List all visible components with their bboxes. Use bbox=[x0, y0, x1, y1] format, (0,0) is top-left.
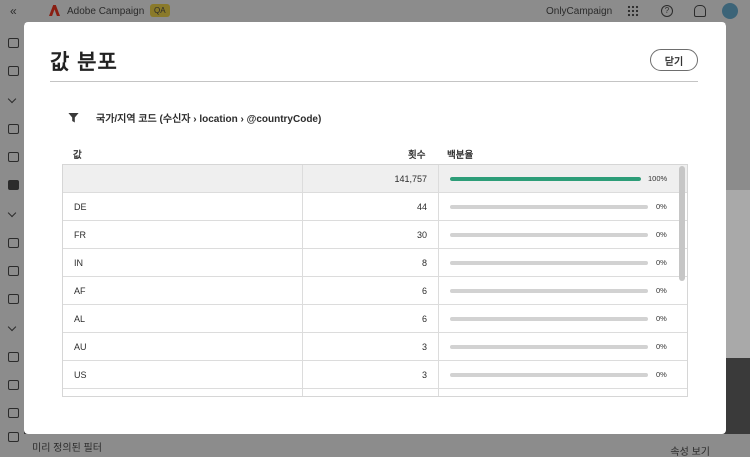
workflows-icon[interactable] bbox=[8, 180, 19, 190]
percent-bar-track bbox=[450, 204, 648, 209]
count-cell: 3 bbox=[303, 361, 439, 388]
percent-text: 0% bbox=[656, 342, 667, 351]
percent-bar-track bbox=[450, 344, 648, 349]
notifications-icon[interactable] bbox=[694, 5, 706, 17]
count-cell: 3 bbox=[303, 333, 439, 360]
right-panel bbox=[726, 190, 750, 358]
total-value-cell bbox=[63, 165, 303, 192]
count-cell: 6 bbox=[303, 277, 439, 304]
filter-field-label: 국가/지역 코드 (수신자 › location › @countryCode) bbox=[96, 114, 322, 125]
percent-text: 100% bbox=[648, 174, 668, 183]
content-icon[interactable] bbox=[8, 238, 19, 248]
value-distribution-dialog: 값 분포 닫기 국가/지역 코드 (수신자 › location › @coun… bbox=[24, 22, 726, 434]
percent-cell: 0% bbox=[439, 361, 687, 388]
percent-bar-track bbox=[450, 316, 648, 321]
value-cell: AU bbox=[63, 333, 303, 360]
tests-icon[interactable] bbox=[8, 408, 19, 418]
percent-text: 0% bbox=[656, 258, 667, 267]
reports-icon[interactable] bbox=[8, 294, 19, 304]
chevron-down-icon[interactable] bbox=[7, 322, 17, 332]
right-strip bbox=[726, 24, 750, 190]
percent-cell: 0% bbox=[439, 333, 687, 360]
count-cell: 44 bbox=[303, 193, 439, 220]
value-cell: IN bbox=[63, 249, 303, 276]
column-header-count: 횟수 bbox=[408, 150, 426, 161]
collapse-menu-icon[interactable]: « bbox=[10, 4, 17, 18]
count-cell: 30 bbox=[303, 221, 439, 248]
count-cell: 8 bbox=[303, 249, 439, 276]
filters-icon[interactable] bbox=[8, 432, 19, 442]
table-row: AF 6 0% bbox=[63, 277, 687, 305]
table-row bbox=[63, 389, 687, 396]
chevron-down-icon[interactable] bbox=[7, 94, 17, 104]
campaigns-icon[interactable] bbox=[8, 124, 19, 134]
percent-bar-track bbox=[450, 232, 648, 237]
percent-text: 0% bbox=[656, 370, 667, 379]
percent-cell bbox=[439, 389, 687, 396]
table-scrollbar[interactable] bbox=[679, 166, 685, 281]
percent-cell: 0% bbox=[439, 221, 687, 248]
percent-cell: 0% bbox=[439, 277, 687, 304]
count-cell bbox=[303, 389, 439, 396]
value-cell: US bbox=[63, 361, 303, 388]
deliveries-icon[interactable] bbox=[8, 152, 19, 162]
column-header-percent: 백분율 bbox=[447, 150, 474, 161]
apps-grid-icon[interactable] bbox=[627, 5, 639, 17]
table-row: IN 8 0% bbox=[63, 249, 687, 277]
total-count-cell: 141,757 bbox=[303, 165, 439, 192]
table-row: AU 3 0% bbox=[63, 333, 687, 361]
adobe-logo-icon bbox=[49, 5, 60, 16]
view-attributes-link[interactable]: 속성 보기 bbox=[670, 443, 710, 457]
percent-bar-track bbox=[450, 372, 648, 377]
templates-icon[interactable] bbox=[8, 266, 19, 276]
percent-cell: 0% bbox=[439, 193, 687, 220]
percent-bar-track bbox=[450, 176, 641, 181]
count-cell: 6 bbox=[303, 305, 439, 332]
table-body: DE 44 0% FR 30 0% IN 8 0% AF 6 0% AL 6 0% AU 3 0% US 3 0% bbox=[63, 193, 687, 396]
distribution-table: 141,757 100% DE 44 0% FR 30 0% IN 8 0% AF 6 0% AL 6 0%… bbox=[62, 164, 688, 397]
table-row: US 3 0% bbox=[63, 361, 687, 389]
percent-cell: 0% bbox=[439, 249, 687, 276]
percent-cell: 0% bbox=[439, 305, 687, 332]
value-cell bbox=[63, 389, 303, 396]
org-switcher[interactable]: OnlyCampaign bbox=[546, 6, 612, 17]
left-navigation bbox=[0, 24, 24, 457]
home-icon[interactable] bbox=[8, 38, 19, 48]
percent-bar-fill bbox=[450, 176, 641, 181]
percent-bar-track bbox=[450, 260, 648, 265]
app-header: « Adobe Campaign QA OnlyCampaign ? bbox=[0, 0, 750, 24]
table-row: AL 6 0% bbox=[63, 305, 687, 333]
value-cell: AF bbox=[63, 277, 303, 304]
title-divider bbox=[50, 81, 698, 82]
audiences-icon[interactable] bbox=[8, 380, 19, 390]
percent-text: 0% bbox=[656, 286, 667, 295]
value-cell: FR bbox=[63, 221, 303, 248]
percent-text: 0% bbox=[656, 230, 667, 239]
value-cell: AL bbox=[63, 305, 303, 332]
bottom-bar: 미리 정의된 필터 속성 보기 bbox=[24, 434, 750, 457]
percent-text: 0% bbox=[656, 202, 667, 211]
percent-bar-track bbox=[450, 288, 648, 293]
close-button[interactable]: 닫기 bbox=[650, 49, 698, 71]
table-row: DE 44 0% bbox=[63, 193, 687, 221]
table-row: FR 30 0% bbox=[63, 221, 687, 249]
avatar[interactable] bbox=[722, 3, 738, 19]
value-cell: DE bbox=[63, 193, 303, 220]
chevron-down-icon[interactable] bbox=[7, 208, 17, 218]
app-name: Adobe Campaign bbox=[67, 6, 145, 17]
profiles-icon[interactable] bbox=[8, 352, 19, 362]
environment-badge: QA bbox=[150, 4, 170, 17]
help-icon[interactable]: ? bbox=[661, 5, 673, 17]
total-percent-cell: 100% bbox=[439, 165, 687, 192]
column-header-value: 값 bbox=[73, 150, 82, 161]
predefined-filters-link[interactable]: 미리 정의된 필터 bbox=[32, 439, 102, 454]
percent-text: 0% bbox=[656, 314, 667, 323]
table-row-total: 141,757 100% bbox=[63, 165, 687, 193]
dialog-title: 값 분포 bbox=[50, 51, 118, 74]
filter-icon bbox=[68, 112, 79, 123]
filter-row: 국가/지역 코드 (수신자 › location › @countryCode) bbox=[68, 110, 321, 125]
explorer-icon[interactable] bbox=[8, 66, 19, 76]
